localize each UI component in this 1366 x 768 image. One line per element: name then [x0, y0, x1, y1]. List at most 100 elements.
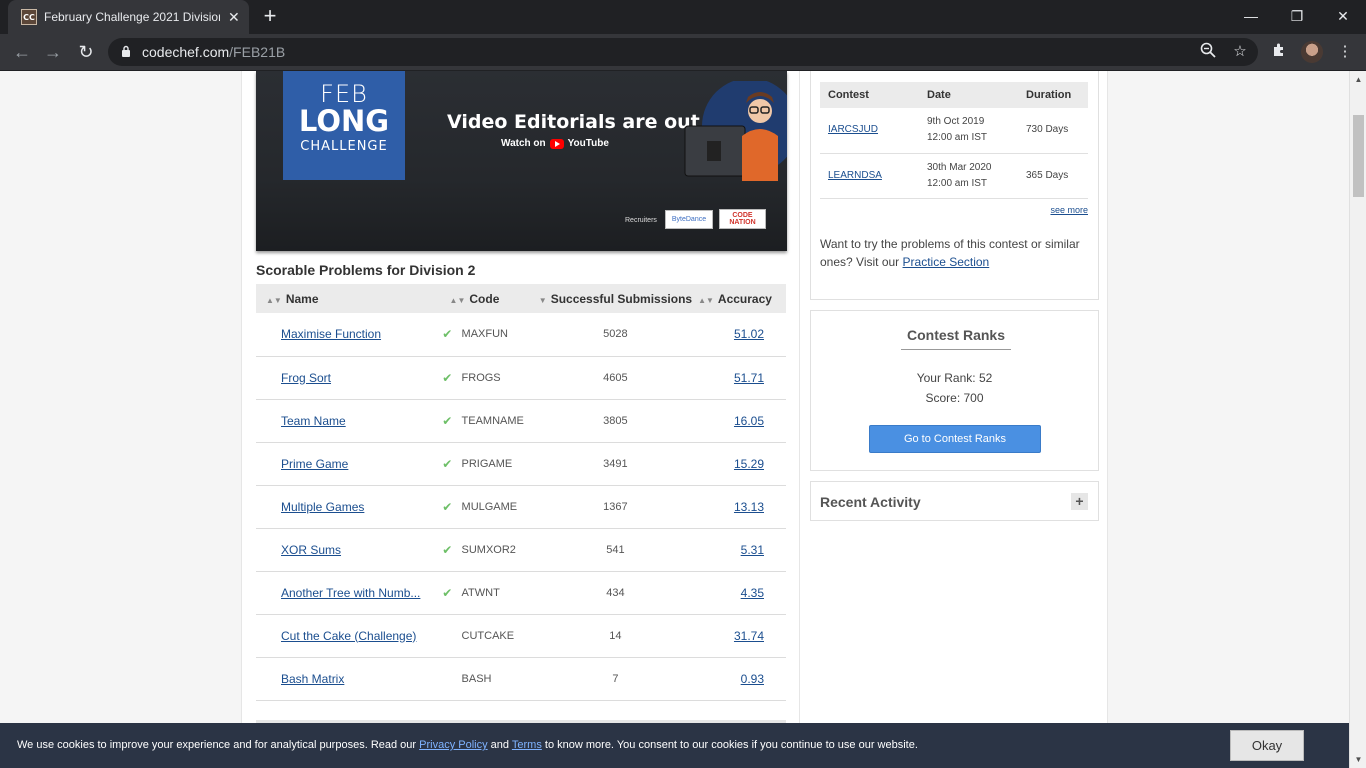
tab-close-icon[interactable]: ✕ [228, 9, 240, 26]
solved-check-icon: ✔ [442, 442, 462, 486]
browser-toolbar: ← → ↻ codechef.com/FEB21B ☆ ⋮ [0, 34, 1366, 71]
browser-tab-bar: CC February Challenge 2021 Division ✕ + … [0, 0, 1366, 34]
problem-name-link[interactable]: Team Name [281, 414, 437, 428]
codenation-logo: CODE NATION [719, 209, 766, 229]
problem-name-link[interactable]: Frog Sort [281, 371, 437, 385]
problem-code: ATWNT [461, 571, 539, 615]
new-tab-icon[interactable]: + [259, 5, 281, 27]
successful-submissions: 541 [538, 528, 693, 572]
youtube-icon [549, 138, 564, 149]
practice-section-link[interactable]: Practice Section [903, 255, 990, 269]
problems-header-row: ▲▼ Name ▲▼ Code ▼ Successful Submissions ▲▼… [256, 284, 786, 313]
extensions-icon[interactable] [1269, 42, 1289, 62]
accuracy-link[interactable]: 0.93 [741, 672, 764, 686]
contest-date: 30th Mar 2020 [927, 161, 992, 173]
expand-plus-icon[interactable]: + [1071, 493, 1088, 510]
see-more-link[interactable]: see more [1050, 205, 1088, 215]
cookie-text-and: and [490, 739, 510, 751]
successful-submissions: 1367 [538, 485, 693, 529]
problem-name-link[interactable]: Cut the Cake (Challenge) [281, 629, 437, 643]
bookmark-star-icon[interactable]: ☆ [1230, 42, 1250, 62]
accuracy-link[interactable]: 4.35 [741, 586, 764, 600]
cookie-text-1: We use cookies to improve your experienc… [17, 739, 417, 751]
minimize-icon[interactable]: ― [1228, 0, 1274, 32]
contest-time: 12:00 am IST [927, 132, 988, 144]
problem-name-link[interactable]: Maximise Function [281, 327, 437, 341]
go-to-contest-ranks-button[interactable]: Go to Contest Ranks [869, 425, 1041, 453]
table-row: Bash Matrix BASH 7 0.93 [256, 657, 786, 701]
scroll-up-icon[interactable]: ▲ [1350, 71, 1366, 88]
solved-check-icon: ✔ [442, 485, 462, 529]
practice-prompt: Want to try the problems of this contest… [820, 235, 1092, 271]
close-window-icon[interactable]: ✕ [1320, 0, 1366, 32]
name-header-label: Name [285, 291, 319, 306]
table-row: Multiple Games ✔ MULGAME 1367 13.13 [256, 485, 786, 529]
profile-avatar[interactable] [1301, 41, 1323, 63]
table-row: Maximise Function ✔ MAXFUN 5028 51.02 [256, 313, 786, 357]
other-contests-card: Contest Date Duration IARCSJUD 9th Oct 2… [810, 71, 1099, 300]
contest-date: 9th Oct 2019 [927, 116, 985, 128]
solved-check-icon: ✔ [442, 356, 462, 400]
address-bar[interactable]: codechef.com/FEB21B ☆ [108, 38, 1258, 66]
accuracy-link[interactable]: 5.31 [741, 543, 764, 557]
accuracy-link[interactable]: 16.05 [734, 414, 764, 428]
banner-headline: Video Editorials are out [447, 111, 700, 133]
code-column-header[interactable]: ▲▼ Code [450, 284, 539, 313]
accuracy-header-label: Accuracy [717, 291, 772, 306]
sort-icon: ▲▼ [266, 295, 282, 305]
contest-link-learndsa[interactable]: LEARNDSA [828, 170, 882, 181]
subs-column-header[interactable]: ▼ Successful Submissions [538, 284, 693, 313]
problem-name-link[interactable]: Bash Matrix [281, 672, 437, 686]
successful-submissions: 3805 [538, 399, 693, 443]
browser-tab[interactable]: CC February Challenge 2021 Division ✕ [8, 0, 249, 34]
contests-header-row: Contest Date Duration [820, 82, 1088, 108]
problem-code: PRIGAME [461, 442, 539, 486]
problem-code: SUMXOR2 [461, 528, 539, 572]
contest-time: 12:00 am IST [927, 177, 988, 189]
scrollbar-thumb[interactable] [1353, 115, 1364, 197]
problem-code: FROGS [461, 356, 539, 400]
contest-link-iarcsjud[interactable]: IARCSJUD [828, 124, 878, 135]
solved-check-icon [442, 614, 462, 658]
problem-name-link[interactable]: Another Tree with Numb... [281, 586, 437, 600]
problem-name-link[interactable]: Multiple Games [281, 500, 437, 514]
banner-line2: LONG [298, 104, 390, 138]
back-icon[interactable]: ← [10, 40, 34, 64]
contest-row: IARCSJUD 9th Oct 2019 12:00 am IST 730 Da… [820, 108, 1088, 154]
accuracy-link[interactable]: 31.74 [734, 629, 764, 643]
table-row: Frog Sort ✔ FROGS 4605 51.71 [256, 356, 786, 400]
reload-icon[interactable]: ↻ [74, 40, 98, 64]
sort-desc-icon: ▼ [538, 295, 547, 305]
successful-submissions: 7 [538, 657, 693, 701]
privacy-policy-link[interactable]: Privacy Policy [419, 739, 487, 751]
terms-link[interactable]: Terms [512, 739, 542, 751]
contests-table: Contest Date Duration IARCSJUD 9th Oct 2… [820, 82, 1088, 199]
problems-table: ▲▼ Name ▲▼ Code ▼ Successful Submissions ▲▼… [256, 284, 786, 701]
cookie-message: We use cookies to improve your experienc… [17, 739, 918, 751]
page-viewport: FEB LONG CHALLENGE Video Editorials are … [0, 71, 1366, 768]
feb-long-challenge-banner[interactable]: FEB LONG CHALLENGE Video Editorials are … [256, 71, 787, 251]
accuracy-link[interactable]: 15.29 [734, 457, 764, 471]
name-column-header[interactable]: ▲▼ Name [256, 284, 443, 313]
scroll-down-icon[interactable]: ▼ [1350, 751, 1366, 768]
menu-dots-icon[interactable]: ⋮ [1335, 42, 1355, 62]
date-column-header: Date [919, 82, 1018, 108]
page-scrollbar[interactable]: ▲ ▼ [1349, 71, 1366, 768]
cookie-okay-button[interactable]: Okay [1230, 730, 1304, 761]
bytedance-logo: ByteDance [665, 210, 713, 229]
accuracy-link[interactable]: 13.13 [734, 500, 764, 514]
accuracy-column-header[interactable]: ▲▼ Accuracy [692, 284, 786, 313]
restore-icon[interactable]: ❐ [1274, 0, 1320, 32]
problem-code: MAXFUN [461, 313, 539, 357]
problem-name-link[interactable]: Prime Game [281, 457, 437, 471]
successful-submissions: 4605 [538, 356, 693, 400]
zoom-icon[interactable] [1198, 42, 1218, 62]
problem-name-link[interactable]: XOR Sums [281, 543, 437, 557]
url-path: /FEB21B [229, 44, 286, 60]
forward-icon[interactable]: → [41, 40, 65, 64]
problem-code: MULGAME [461, 485, 539, 529]
solved-check-icon: ✔ [442, 528, 462, 572]
accuracy-link[interactable]: 51.02 [734, 327, 764, 341]
accuracy-link[interactable]: 51.71 [734, 371, 764, 385]
table-row: Cut the Cake (Challenge) CUTCAKE 14 31.74 [256, 614, 786, 658]
